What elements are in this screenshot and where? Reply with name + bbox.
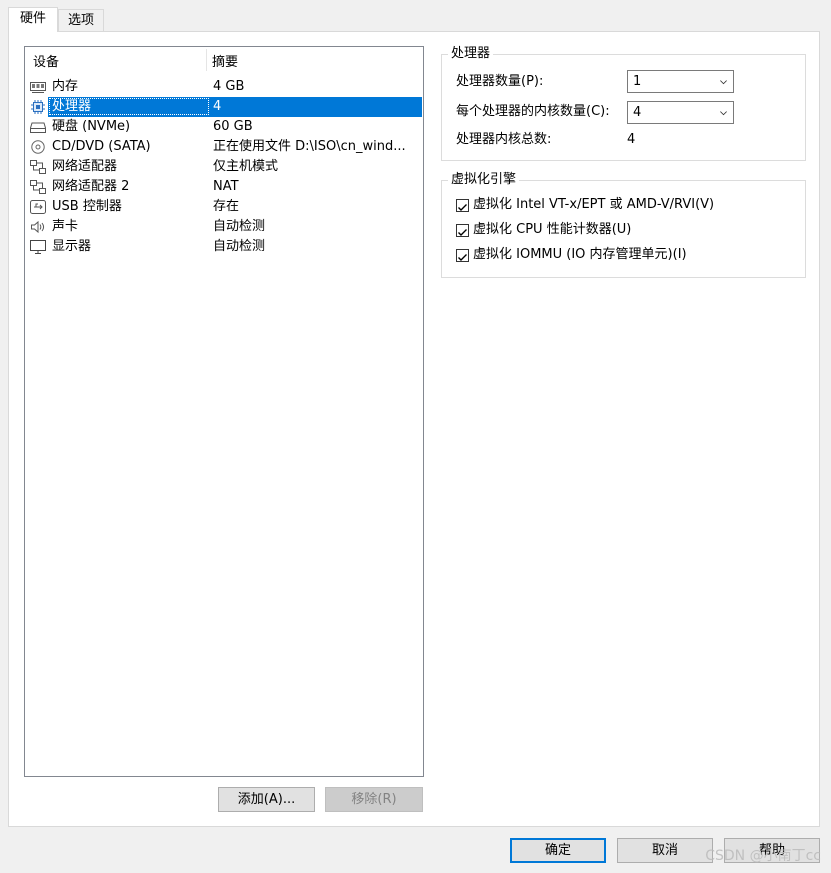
device-summary: 60 GB [213, 119, 253, 134]
device-name: CD/DVD (SATA) [52, 139, 151, 154]
device-name: 硬盘 (NVMe) [52, 119, 131, 134]
device-summary: 自动检测 [213, 219, 266, 234]
chevron-down-icon [720, 80, 727, 85]
hard-disk-icon [30, 122, 46, 133]
chevron-down-icon [720, 111, 727, 116]
cores-per-processor-select[interactable]: 4 [627, 101, 734, 124]
virtualization-engine-title: 虚拟化引擎 [448, 172, 520, 188]
device-row-memory[interactable]: 内存 4 GB [26, 77, 422, 97]
device-name: 处理器 [52, 99, 92, 114]
processor-count-select[interactable]: 1 [627, 70, 734, 93]
checkbox-box[interactable] [456, 249, 469, 262]
device-summary: 4 GB [213, 79, 245, 94]
cancel-button[interactable]: 取消 [617, 838, 713, 863]
device-summary: 正在使用文件 D:\ISO\cn_wind... [213, 139, 406, 154]
checkbox-box[interactable] [456, 224, 469, 237]
tab-options[interactable]: 选项 [58, 9, 104, 31]
column-header-summary[interactable]: 摘要 [212, 54, 238, 72]
usb-icon [30, 200, 46, 214]
network-adapter-icon [30, 160, 46, 174]
ok-button[interactable]: 确定 [510, 838, 606, 863]
column-separator[interactable] [206, 49, 207, 71]
tab-hardware-label: 硬件 [19, 11, 46, 26]
device-row-hard-disk[interactable]: 硬盘 (NVMe) 60 GB [26, 117, 422, 137]
device-summary: 仅主机模式 [213, 159, 279, 174]
cores-per-processor-label: 每个处理器的内核数量(C): [456, 104, 610, 119]
cores-per-processor-value: 4 [633, 105, 642, 120]
cpu-icon [31, 100, 45, 114]
device-summary: 存在 [213, 199, 240, 214]
tab-options-label: 选项 [67, 13, 94, 28]
total-cores-label: 处理器内核总数: [456, 132, 552, 147]
network-adapter-icon [30, 180, 46, 194]
watermark: CSDN @小南丁cc [705, 848, 821, 864]
device-row-processor[interactable]: 处理器 4 [26, 97, 422, 117]
device-row-usb-controller[interactable]: USB 控制器 存在 [26, 197, 422, 217]
checkbox-label: 虚拟化 CPU 性能计数器(U) [473, 222, 632, 237]
checkbox-label: 虚拟化 Intel VT-x/EPT 或 AMD-V/RVI(V) [473, 197, 715, 212]
device-row-network-adapter[interactable]: 网络适配器 仅主机模式 [26, 157, 422, 177]
device-list[interactable]: 设备 摘要 内存 4 GB 处理器 4 硬盘 (NVMe) 60 GB CD/D… [24, 46, 424, 777]
total-cores-value: 4 [627, 132, 636, 147]
remove-button[interactable]: 移除(R) [325, 787, 423, 812]
processor-count-value: 1 [633, 74, 642, 89]
device-summary: NAT [213, 179, 239, 194]
checkbox-box[interactable] [456, 199, 469, 212]
add-button[interactable]: 添加(A)... [218, 787, 315, 812]
cd-dvd-icon [31, 140, 45, 154]
device-row-network-adapter-2[interactable]: 网络适配器 2 NAT [26, 177, 422, 197]
device-name: 显示器 [52, 239, 92, 254]
speaker-icon [31, 220, 44, 234]
device-row-display[interactable]: 显示器 自动检测 [26, 237, 422, 257]
device-name: 声卡 [52, 219, 79, 234]
device-row-cd-dvd[interactable]: CD/DVD (SATA) 正在使用文件 D:\ISO\cn_wind... [26, 137, 422, 157]
processor-group-title: 处理器 [448, 46, 494, 62]
device-name: USB 控制器 [52, 199, 122, 214]
column-header-device[interactable]: 设备 [33, 54, 59, 72]
memory-icon [30, 82, 46, 93]
device-summary: 4 [213, 99, 222, 114]
checkmark-icon [458, 229, 467, 236]
processor-count-label: 处理器数量(P): [456, 74, 544, 89]
checkmark-icon [458, 254, 467, 261]
device-name: 网络适配器 [52, 159, 118, 174]
device-row-sound-card[interactable]: 声卡 自动检测 [26, 217, 422, 237]
device-name: 内存 [52, 79, 79, 94]
checkmark-icon [458, 204, 467, 211]
device-summary: 自动检测 [213, 239, 266, 254]
device-name: 网络适配器 2 [52, 179, 130, 194]
checkbox-label: 虚拟化 IOMMU (IO 内存管理单元)(I) [473, 247, 687, 262]
tab-hardware[interactable]: 硬件 [8, 7, 58, 32]
display-icon [30, 240, 46, 254]
